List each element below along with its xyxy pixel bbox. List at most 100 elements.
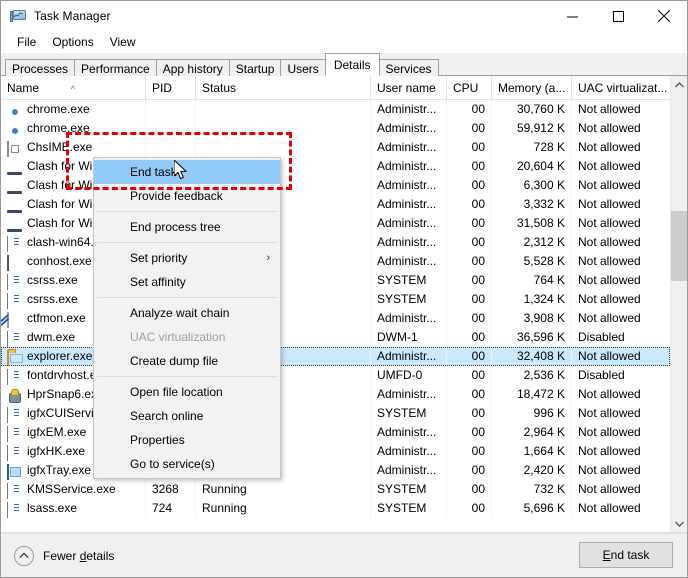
end-task-button[interactable]: End task [579,542,673,568]
cell-cpu: 00 [447,347,492,366]
table-row[interactable]: chrome.exeAdministr...0059,912 KNot allo… [1,119,670,138]
process-name-label: chrome.exe [27,100,90,119]
cell-memory: 18,472 K [492,385,572,404]
cell-cpu: 00 [447,233,492,252]
cell-uac: Not allowed [572,252,670,271]
cell-uac: Not allowed [572,442,670,461]
cell-name: chrome.exe [1,100,146,119]
menu-item-properties[interactable]: Properties [94,428,280,452]
column-header-memory[interactable]: Memory (a... [492,76,572,100]
menu-view[interactable]: View [102,32,144,52]
table-row[interactable]: KMSService.exe3268RunningSYSTEM00732 KNo… [1,480,670,499]
cell-memory: 1,664 K [492,442,572,461]
column-header-uac[interactable]: UAC virtualizat... [572,76,670,100]
column-header-pid[interactable]: PID [146,76,196,100]
generic-icon [6,368,22,384]
sort-ascending-icon: ^ [71,77,75,100]
igfx-icon [6,463,22,479]
menu-item-open-file-location[interactable]: Open file location [94,380,280,404]
minimize-icon[interactable] [549,1,595,31]
cell-cpu: 00 [447,328,492,347]
cell-cpu: 00 [447,252,492,271]
cell-uac: Not allowed [572,176,670,195]
cell-user: Administr... [371,233,447,252]
menu-bar: File Options View [1,31,687,53]
menu-item-analyze-wait-chain[interactable]: Analyze wait chain [94,301,280,325]
column-header-status[interactable]: Status [196,76,371,100]
menu-file[interactable]: File [9,32,44,52]
cell-pid [146,100,196,119]
cell-memory: 732 K [492,480,572,499]
process-name-label: Clash for Wir [27,157,96,176]
table-row[interactable]: chrome.exeAdministr...0030,760 KNot allo… [1,100,670,119]
ctfmon-icon [6,311,22,327]
column-header-user[interactable]: User name [371,76,447,100]
cell-cpu: 00 [447,423,492,442]
fewer-details-button[interactable]: Fewer details [14,546,114,566]
menu-options[interactable]: Options [44,32,101,52]
process-name-label: Clash for Wir [27,176,96,195]
cell-user: Administr... [371,195,447,214]
cell-cpu: 00 [447,309,492,328]
process-name-label: ChsIME.exe [27,138,92,157]
menu-item-end-process-tree[interactable]: End process tree [94,215,280,239]
menu-item-search-online[interactable]: Search online [94,404,280,428]
menu-item-label: End task [130,165,177,179]
cell-user: Administr... [371,347,447,366]
cell-user: Administr... [371,138,447,157]
menu-item-label: Create dump file [130,354,218,368]
column-header-name-label: Name [7,81,39,95]
process-name-label: chrome.exe [27,119,90,138]
table-row[interactable]: lsass.exe724RunningSYSTEM005,696 KNot al… [1,499,670,518]
process-name-label: igfxHK.exe [27,442,85,461]
table-row[interactable]: ChsIME.exeAdministr...00728 KNot allowed [1,138,670,157]
console-icon [6,254,22,270]
process-name-label: Clash for Wir [27,195,96,214]
scroll-down-icon[interactable] [671,515,687,532]
cell-memory: 30,760 K [492,100,572,119]
menu-item-end-task[interactable]: End task [94,160,280,184]
cell-uac: Not allowed [572,461,670,480]
menu-item-set-priority[interactable]: Set priority› [94,246,280,270]
cell-user: Administr... [371,176,447,195]
cell-user: SYSTEM [371,404,447,423]
process-name-label: KMSService.exe [27,480,116,499]
cell-status [196,119,371,138]
cell-user: Administr... [371,423,447,442]
cell-memory: 2,420 K [492,461,572,480]
scrollbar-thumb[interactable] [671,211,687,281]
clash-icon [6,159,22,175]
cell-memory: 3,908 K [492,309,572,328]
cell-user: UMFD-0 [371,366,447,385]
chart-glyph [14,12,24,18]
cell-cpu: 00 [447,366,492,385]
cell-memory: 2,312 K [492,233,572,252]
maximize-icon[interactable] [595,1,641,31]
column-header-name[interactable]: Name ^ [1,76,146,100]
process-context-menu[interactable]: End task Provide feedback End process tree… [93,157,281,479]
menu-item-go-to-service-s[interactable]: Go to service(s) [94,452,280,476]
scroll-up-icon[interactable] [671,76,687,93]
cell-cpu: 00 [447,461,492,480]
menu-item-provide-feedback[interactable]: Provide feedback [94,184,280,208]
menu-item-create-dump-file[interactable]: Create dump file [94,349,280,373]
column-header-cpu[interactable]: CPU [447,76,492,100]
cell-uac: Disabled [572,366,670,385]
cell-cpu: 00 [447,195,492,214]
hpr-icon [6,387,22,403]
cell-uac: Not allowed [572,309,670,328]
vertical-scrollbar[interactable] [670,76,687,532]
cell-cpu: 00 [447,271,492,290]
cell-user: Administr... [371,252,447,271]
cell-memory: 2,536 K [492,366,572,385]
cell-user: DWM-1 [371,328,447,347]
process-name-label: igfxEM.exe [27,423,86,442]
menu-item-set-affinity[interactable]: Set affinity [94,270,280,294]
menu-separator [97,376,278,377]
generic-icon [6,273,22,289]
tab-details[interactable]: Details [325,53,380,76]
close-icon[interactable] [641,1,687,31]
menu-item-label: Analyze wait chain [130,306,229,320]
menu-separator [97,297,278,298]
details-pane: Name ^ PID Status User name CPU Memory (… [1,76,687,533]
